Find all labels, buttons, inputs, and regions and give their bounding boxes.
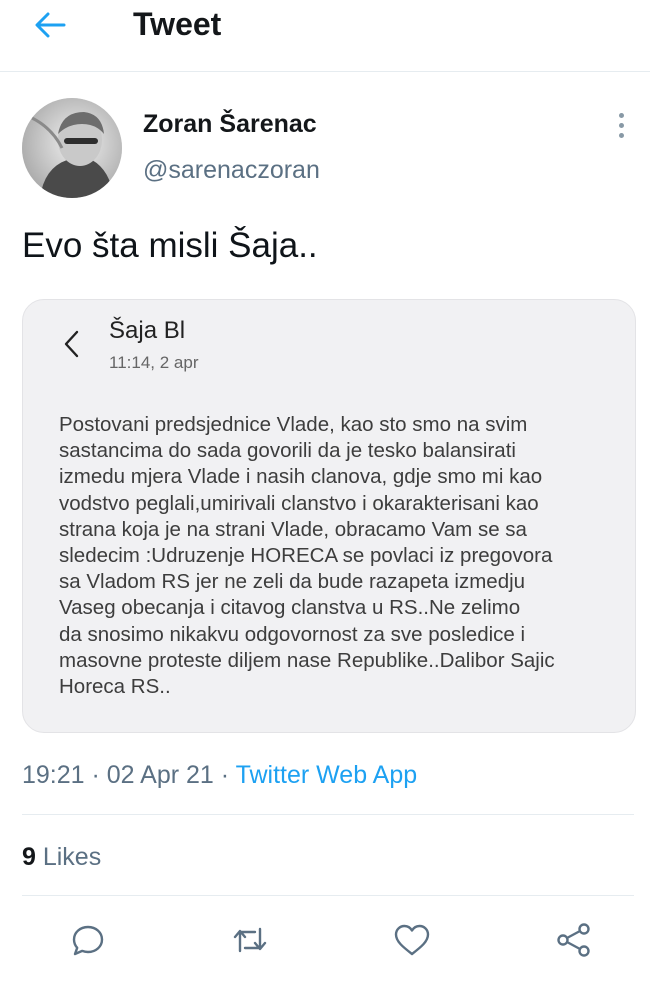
message-contact-name: Šaja Bl (109, 317, 186, 344)
message-timestamp: 11:14, 2 apr (109, 353, 199, 372)
likes-label: Likes (35, 843, 102, 871)
share-button[interactable] (552, 918, 596, 962)
likes-stat[interactable]: 9 Likes (22, 840, 101, 874)
source-app-link[interactable]: Twitter Web App (236, 761, 418, 789)
tweet-date[interactable]: 02 Apr 21 (107, 761, 214, 789)
attached-image[interactable]: Šaja Bl 11:14, 2 apr Postovani predsjedn… (22, 299, 636, 733)
tweet-text: Evo šta misli Šaja.. (22, 226, 318, 265)
author-name[interactable]: Zoran Šarenac (143, 108, 317, 140)
avatar[interactable] (22, 98, 122, 198)
avatar-photo-icon (22, 98, 122, 198)
meta-separator: · (84, 761, 107, 789)
page-title: Tweet (133, 6, 222, 42)
arrow-left-icon (35, 12, 66, 38)
message-back-button (57, 324, 85, 364)
message-body: Postovani predsjednice Vlade, kao sto sm… (59, 413, 555, 699)
more-dot-icon (618, 112, 624, 118)
reply-button[interactable] (66, 918, 110, 962)
top-bar: Tweet (0, 0, 650, 72)
back-button[interactable] (30, 10, 70, 40)
divider (22, 895, 634, 896)
tweet-timestamp: 19:21 · 02 Apr 21 · Twitter Web App (22, 758, 417, 792)
reply-icon (72, 925, 104, 956)
divider (22, 814, 634, 815)
meta-separator: · (213, 761, 236, 789)
retweet-icon (233, 927, 267, 953)
retweet-button[interactable] (228, 918, 272, 962)
chevron-left-icon (64, 330, 79, 358)
more-dot-icon (618, 122, 624, 128)
share-icon (557, 923, 590, 957)
like-icon (394, 924, 430, 956)
more-options-button[interactable] (608, 110, 634, 140)
likes-count: 9 (22, 843, 36, 871)
more-dot-icon (618, 132, 624, 138)
tweet-time[interactable]: 19:21 (22, 761, 85, 789)
author-handle[interactable]: @sarenaczoran (143, 154, 320, 186)
like-button[interactable] (390, 918, 434, 962)
